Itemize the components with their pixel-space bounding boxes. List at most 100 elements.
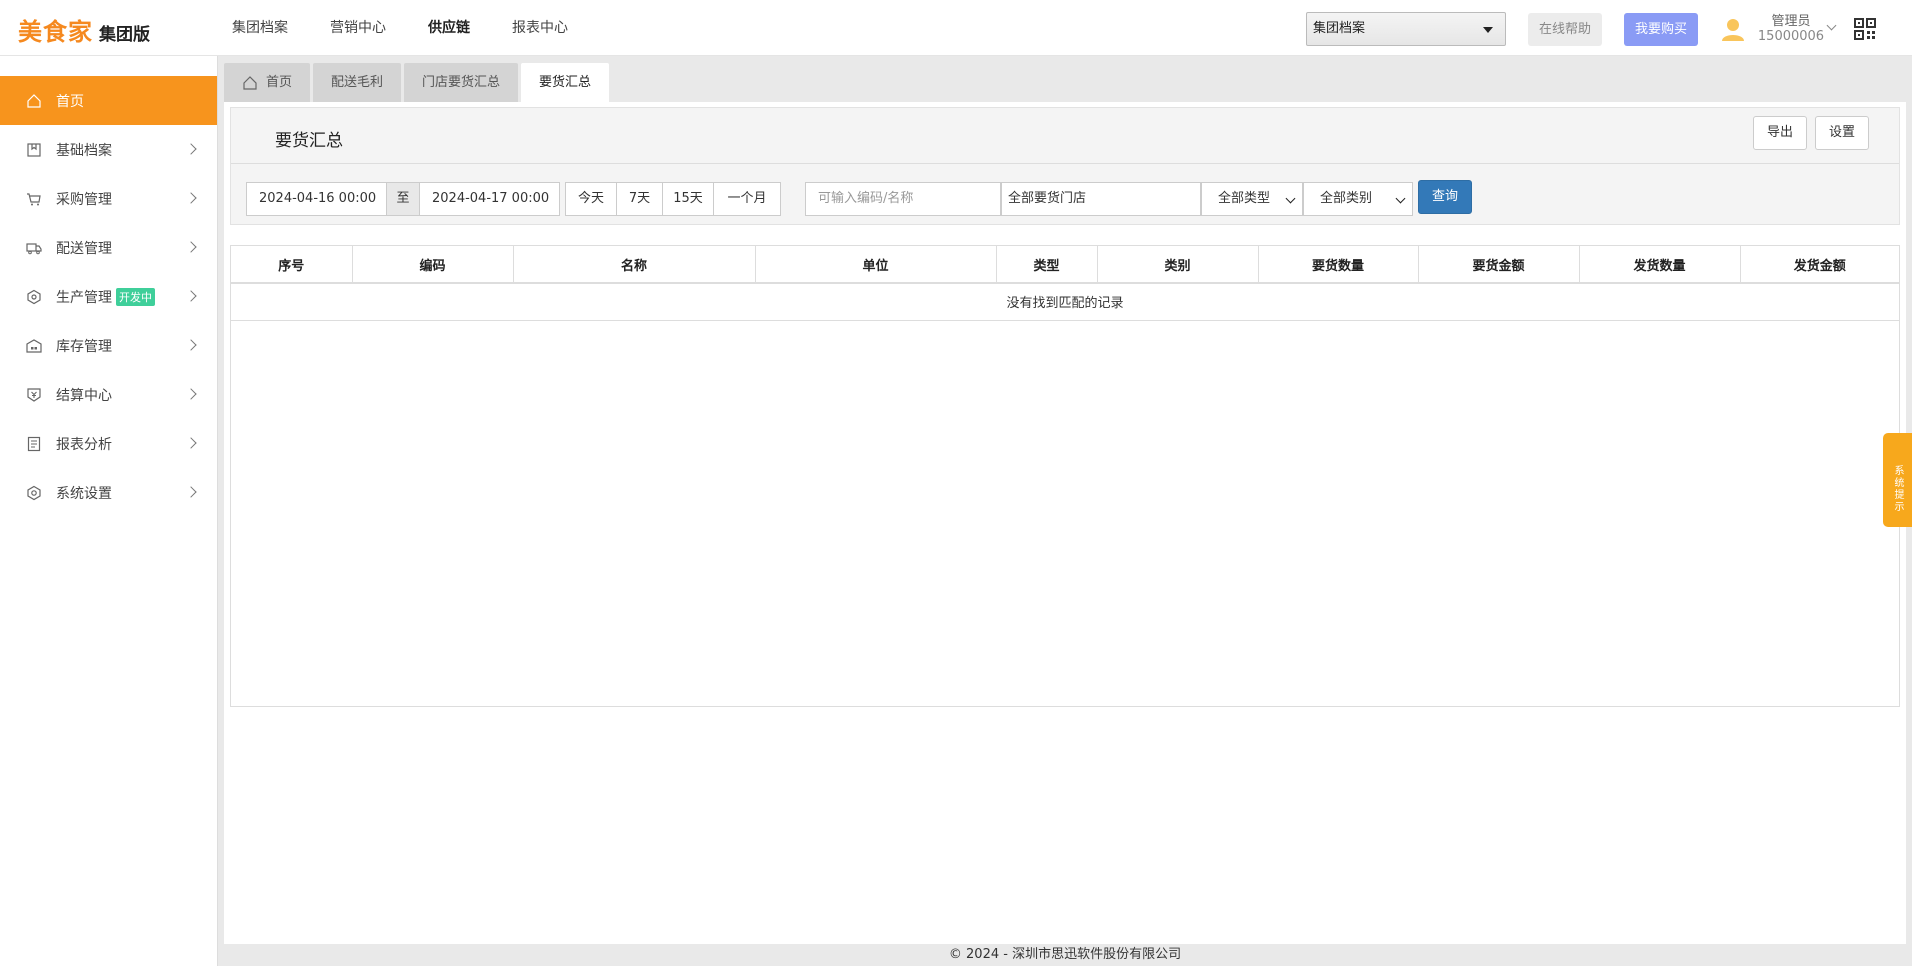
buy-button[interactable]: 我要购买 xyxy=(1624,13,1698,46)
empty-message: 没有找到匹配的记录 xyxy=(231,283,1899,321)
page-title: 要货汇总 xyxy=(275,131,343,151)
col-order-amount[interactable]: 要货金额 xyxy=(1418,246,1580,284)
warehouse-icon xyxy=(26,338,42,353)
tab-store-order-summary[interactable]: 门店要货汇总 xyxy=(404,63,519,102)
quick-range-15days[interactable]: 15天 xyxy=(662,182,714,216)
col-type[interactable]: 类型 xyxy=(996,246,1098,284)
archive-icon xyxy=(27,142,41,157)
sidebar-item-label: 首页 xyxy=(56,93,84,110)
nav-report-center[interactable]: 报表中心 xyxy=(512,0,568,56)
top-nav: 集团档案 营销中心 供应链 报表中心 xyxy=(232,0,610,56)
settings-icon xyxy=(27,485,41,500)
date-range-separator: 至 xyxy=(386,182,420,216)
sidebar-item-label: 生产管理 xyxy=(56,289,112,306)
production-icon xyxy=(27,289,41,304)
tab-label: 首页 xyxy=(266,74,293,90)
sidebar-item-settlement[interactable]: 结算中心 xyxy=(0,370,217,419)
quick-range-today[interactable]: 今天 xyxy=(565,182,617,216)
tab-delivery-margin[interactable]: 配送毛利 xyxy=(313,63,402,102)
nav-marketing-center[interactable]: 营销中心 xyxy=(330,0,386,56)
col-code[interactable]: 编码 xyxy=(352,246,514,284)
chevron-right-icon xyxy=(185,437,197,449)
start-date-input[interactable]: 2024-04-16 00:00 xyxy=(246,182,387,216)
col-name[interactable]: 名称 xyxy=(513,246,756,284)
col-ship-amount[interactable]: 发货金额 xyxy=(1740,246,1899,284)
sidebar-item-label: 配送管理 xyxy=(56,240,112,257)
quick-range-7days[interactable]: 7天 xyxy=(616,182,663,216)
nav-label: 营销中心 xyxy=(330,20,386,36)
sidebar-item-delivery[interactable]: 配送管理 xyxy=(0,223,217,272)
brand-name: 美食家 xyxy=(18,18,93,46)
panel-divider xyxy=(231,163,1899,164)
sidebar-item-label: 结算中心 xyxy=(56,387,112,404)
caret-down-icon xyxy=(1483,27,1493,33)
col-order-qty[interactable]: 要货数量 xyxy=(1258,246,1419,284)
sidebar-item-inventory[interactable]: 库存管理 xyxy=(0,321,217,370)
nav-supply-chain[interactable]: 供应链 xyxy=(428,0,470,56)
chevron-right-icon xyxy=(185,143,197,155)
chevron-down-icon xyxy=(1285,193,1296,204)
sidebar-item-purchase[interactable]: 采购管理 xyxy=(0,174,217,223)
sidebar-item-production[interactable]: 生产管理 开发中 xyxy=(0,272,217,321)
chevron-right-icon xyxy=(185,192,197,204)
main-content: 要货汇总 导出 设置 2024-04-16 00:00 至 2024-04-17… xyxy=(224,102,1906,944)
col-unit[interactable]: 单位 xyxy=(755,246,997,284)
settings-button[interactable]: 设置 xyxy=(1815,116,1869,150)
tab-label: 要货汇总 xyxy=(539,74,592,90)
end-date-input[interactable]: 2024-04-17 00:00 xyxy=(419,182,560,216)
sidebar-item-system-settings[interactable]: 系统设置 xyxy=(0,468,217,517)
chevron-down-icon xyxy=(1395,193,1406,204)
group-select[interactable]: 集团档案 xyxy=(1306,12,1506,46)
store-input[interactable]: 全部要货门店 xyxy=(1001,182,1201,216)
top-header: 美食家 集团版 集团档案 营销中心 供应链 报表中心 集团档案 在线帮助 我要购… xyxy=(0,0,1912,56)
dev-badge: 开发中 xyxy=(116,287,155,306)
chevron-down-icon xyxy=(1826,20,1837,31)
tab-label: 门店要货汇总 xyxy=(422,74,501,90)
tab-label: 配送毛利 xyxy=(331,74,384,90)
query-button[interactable]: 查询 xyxy=(1418,180,1472,214)
sidebar-item-home[interactable]: 首页 xyxy=(0,76,217,125)
report-icon xyxy=(27,436,41,451)
results-table: 序号 编码 名称 单位 类型 类别 要货数量 要货金额 发货数量 发货金额 没有… xyxy=(230,245,1900,707)
type-select[interactable]: 全部类型 xyxy=(1201,182,1303,216)
col-ship-qty[interactable]: 发货数量 xyxy=(1579,246,1741,284)
user-menu[interactable]: 管理员 15000006 xyxy=(1720,10,1840,48)
sidebar-item-report-analysis[interactable]: 报表分析 xyxy=(0,419,217,468)
chevron-right-icon xyxy=(185,339,197,351)
logo: 美食家 集团版 xyxy=(18,12,150,47)
data-table: 序号 编码 名称 单位 类型 类别 要货数量 要货金额 发货数量 发货金额 没有… xyxy=(231,246,1899,321)
tab-home[interactable]: 首页 xyxy=(224,63,311,102)
page-tabs: 首页 配送毛利 门店要货汇总 要货汇总 xyxy=(224,63,612,102)
home-icon xyxy=(243,75,257,90)
table-header-row: 序号 编码 名称 单位 类型 类别 要货数量 要货金额 发货数量 发货金额 xyxy=(231,246,1899,284)
chevron-right-icon xyxy=(185,290,197,302)
user-name: 管理员 xyxy=(1771,14,1811,29)
chevron-right-icon xyxy=(185,486,197,498)
user-id: 15000006 xyxy=(1757,29,1825,44)
edition-name: 集团版 xyxy=(99,25,150,45)
category-select-value: 全部类别 xyxy=(1320,191,1373,206)
export-button[interactable]: 导出 xyxy=(1753,116,1807,150)
col-index[interactable]: 序号 xyxy=(231,246,353,284)
online-help-button[interactable]: 在线帮助 xyxy=(1528,13,1602,46)
group-select-value: 集团档案 xyxy=(1313,21,1366,36)
tab-order-summary[interactable]: 要货汇总 xyxy=(521,63,610,102)
sidebar-item-label: 基础档案 xyxy=(56,142,112,159)
filter-panel: 要货汇总 导出 设置 2024-04-16 00:00 至 2024-04-17… xyxy=(230,107,1900,225)
type-select-value: 全部类型 xyxy=(1218,191,1271,206)
sidebar-item-label: 采购管理 xyxy=(56,191,112,208)
sidebar-item-basic-archive[interactable]: 基础档案 xyxy=(0,125,217,174)
col-category[interactable]: 类别 xyxy=(1097,246,1259,284)
qrcode-icon[interactable] xyxy=(1854,18,1876,40)
search-input[interactable]: 可输入编码/名称 xyxy=(805,182,1001,216)
chevron-right-icon xyxy=(185,241,197,253)
sidebar: 首页 基础档案 采购管理 配送管理 生产管理 开发中 库存管理 结算中心 报表分… xyxy=(0,56,218,966)
user-avatar-icon xyxy=(1722,19,1744,41)
nav-label: 报表中心 xyxy=(512,20,568,36)
quick-range-month[interactable]: 一个月 xyxy=(713,182,781,216)
settlement-icon xyxy=(27,387,41,402)
category-select[interactable]: 全部类别 xyxy=(1303,182,1413,216)
nav-group-archive[interactable]: 集团档案 xyxy=(232,0,288,56)
system-tip-button[interactable]: 系统提示 xyxy=(1883,433,1912,527)
table-row: 没有找到匹配的记录 xyxy=(231,283,1899,321)
